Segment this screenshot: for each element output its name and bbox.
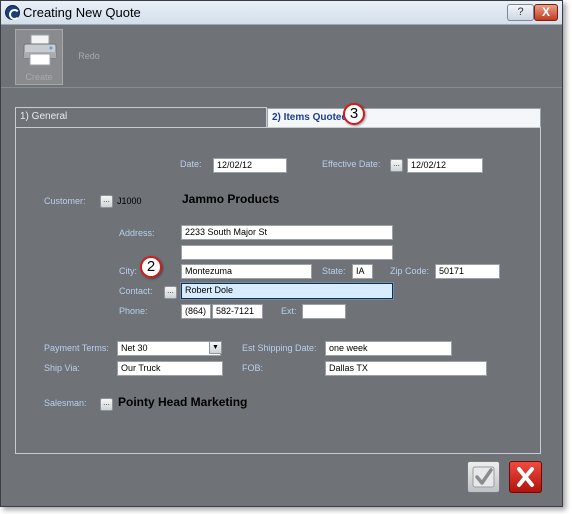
zip-label: Zip Code: (390, 266, 430, 276)
salesman-name: Pointy Head Marketing (118, 395, 248, 409)
phone-number-field[interactable]: 582-7121 (212, 304, 263, 319)
state-field[interactable]: IA (352, 264, 373, 279)
salesman-lookup-button[interactable]: ... (100, 398, 113, 411)
customer-code: J1000 (117, 196, 142, 206)
zip-field[interactable]: 50171 (435, 264, 500, 279)
chevron-down-icon[interactable]: ▼ (209, 341, 222, 354)
address-line2-field[interactable] (181, 245, 393, 260)
printer-icon (23, 34, 57, 66)
ship-via-label: Ship Via: (44, 363, 80, 373)
checkmark-icon (472, 466, 495, 488)
x-icon (517, 467, 534, 487)
state-label: State: (322, 266, 346, 276)
close-button[interactable]: X (534, 4, 558, 21)
customer-label: Customer: (44, 196, 86, 206)
cancel-button[interactable] (509, 461, 542, 493)
window-title: Creating New Quote (23, 5, 141, 20)
address-line1-field[interactable]: 2233 South Major St (181, 225, 393, 240)
date-label: Date: (180, 159, 202, 169)
general-panel: Date: 12/02/12 Effective Date: ... 12/02… (15, 127, 541, 454)
create-label: Create (25, 72, 53, 82)
date-field[interactable]: 12/02/12 (213, 158, 287, 173)
form-area: 1) General 2) Items Quoted 3 Date: 12/02… (5, 89, 558, 459)
phone-label: Phone: (119, 306, 148, 316)
phone-area-field[interactable]: (864) (181, 304, 211, 319)
contact-lookup-button[interactable]: ... (164, 286, 177, 299)
est-shipping-label: Est Shipping Date: (242, 343, 317, 353)
quote-window: Creating New Quote ? X Create Redo 1) Ge… (0, 0, 563, 507)
callout-3: 3 (343, 103, 365, 125)
redo-label: Redo (78, 51, 100, 61)
city-field[interactable]: Montezuma (181, 264, 312, 279)
redo-button[interactable]: Redo (69, 29, 109, 85)
title-bar: Creating New Quote ? X (1, 1, 562, 25)
effective-date-label: Effective Date: (322, 159, 381, 169)
app-icon (5, 5, 20, 20)
toolbar: Create Redo (1, 26, 562, 88)
fob-field[interactable]: Dallas TX (325, 361, 487, 376)
address-label: Address: (119, 228, 155, 238)
tab-general[interactable]: 1) General (15, 107, 267, 127)
payment-terms-label: Payment Terms: (44, 343, 109, 353)
payment-terms-select[interactable]: Net 30 (117, 341, 221, 356)
tab-items-quoted[interactable]: 2) Items Quoted (267, 108, 541, 128)
contact-label: Contact: (119, 286, 153, 296)
ext-field[interactable] (302, 304, 346, 319)
effective-date-picker-button[interactable]: ... (390, 159, 403, 172)
customer-lookup-button[interactable]: ... (100, 195, 113, 208)
contact-field[interactable]: Robert Dole (181, 283, 393, 299)
est-shipping-field[interactable]: one week (325, 341, 452, 356)
help-button[interactable]: ? (507, 4, 534, 21)
ship-via-field[interactable]: Our Truck (117, 361, 223, 376)
effective-date-field[interactable]: 12/02/12 (407, 158, 483, 173)
ok-button[interactable] (467, 461, 500, 493)
salesman-label: Salesman: (44, 398, 87, 408)
customer-name: Jammo Products (182, 192, 280, 206)
create-button[interactable]: Create (15, 29, 63, 85)
ext-label: Ext: (281, 306, 297, 316)
fob-label: FOB: (242, 363, 264, 373)
callout-2: 2 (140, 256, 162, 278)
city-label: City: (119, 266, 137, 276)
